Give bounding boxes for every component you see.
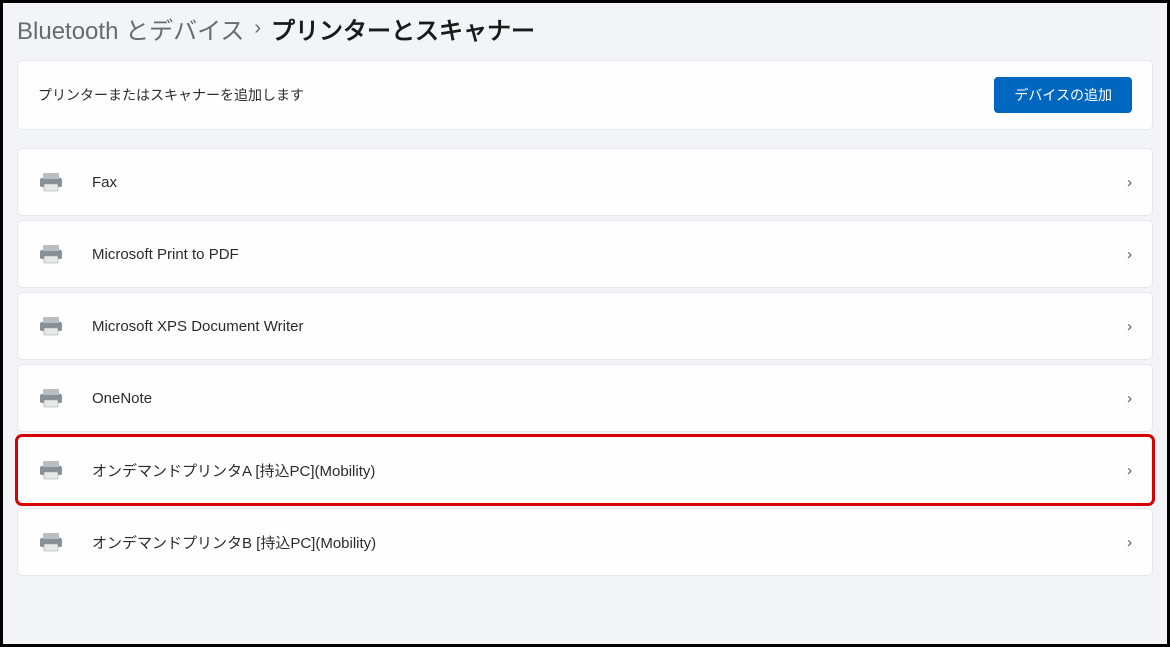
printer-icon	[38, 171, 64, 193]
chevron-right-icon: ›	[1127, 246, 1132, 263]
chevron-right-icon: ›	[1127, 174, 1132, 191]
breadcrumb: Bluetooth とデバイス › プリンターとスキャナー	[17, 11, 1153, 46]
printer-name: OneNote	[92, 390, 1127, 407]
printer-name: Fax	[92, 174, 1127, 191]
add-device-bar: プリンターまたはスキャナーを追加します デバイスの追加	[17, 60, 1153, 130]
add-device-label: プリンターまたはスキャナーを追加します	[38, 85, 304, 105]
chevron-right-icon: ›	[1127, 534, 1132, 551]
printer-row-print-to-pdf[interactable]: Microsoft Print to PDF ›	[17, 220, 1153, 288]
printer-icon	[38, 387, 64, 409]
printer-icon	[38, 459, 64, 481]
printer-icon	[38, 315, 64, 337]
page-header: Bluetooth とデバイス › プリンターとスキャナー	[3, 3, 1167, 60]
settings-window: Bluetooth とデバイス › プリンターとスキャナー プリンターまたはスキ…	[0, 0, 1170, 647]
printer-row-ondemand-a[interactable]: オンデマンドプリンタA [持込PC](Mobility) ›	[17, 436, 1153, 504]
content-area: プリンターまたはスキャナーを追加します デバイスの追加 Fax ›	[3, 60, 1167, 590]
printer-name: オンデマンドプリンタA [持込PC](Mobility)	[92, 460, 1127, 481]
printer-name: Microsoft XPS Document Writer	[92, 318, 1127, 335]
page-title: プリンターとスキャナー	[271, 11, 535, 46]
chevron-right-icon: ›	[1127, 318, 1132, 335]
printer-list: Fax › Microsoft Print to PDF ›	[17, 148, 1153, 576]
printer-icon	[38, 243, 64, 265]
add-device-button[interactable]: デバイスの追加	[994, 77, 1132, 113]
printer-row-onenote[interactable]: OneNote ›	[17, 364, 1153, 432]
printer-name: オンデマンドプリンタB [持込PC](Mobility)	[92, 532, 1127, 553]
breadcrumb-parent-link[interactable]: Bluetooth とデバイス	[17, 11, 244, 46]
chevron-right-icon: ›	[1127, 390, 1132, 407]
printer-row-xps-writer[interactable]: Microsoft XPS Document Writer ›	[17, 292, 1153, 360]
chevron-right-icon: ›	[254, 17, 261, 40]
printer-row-fax[interactable]: Fax ›	[17, 148, 1153, 216]
printer-name: Microsoft Print to PDF	[92, 246, 1127, 263]
printer-row-ondemand-b[interactable]: オンデマンドプリンタB [持込PC](Mobility) ›	[17, 508, 1153, 576]
chevron-right-icon: ›	[1127, 462, 1132, 479]
printer-icon	[38, 531, 64, 553]
